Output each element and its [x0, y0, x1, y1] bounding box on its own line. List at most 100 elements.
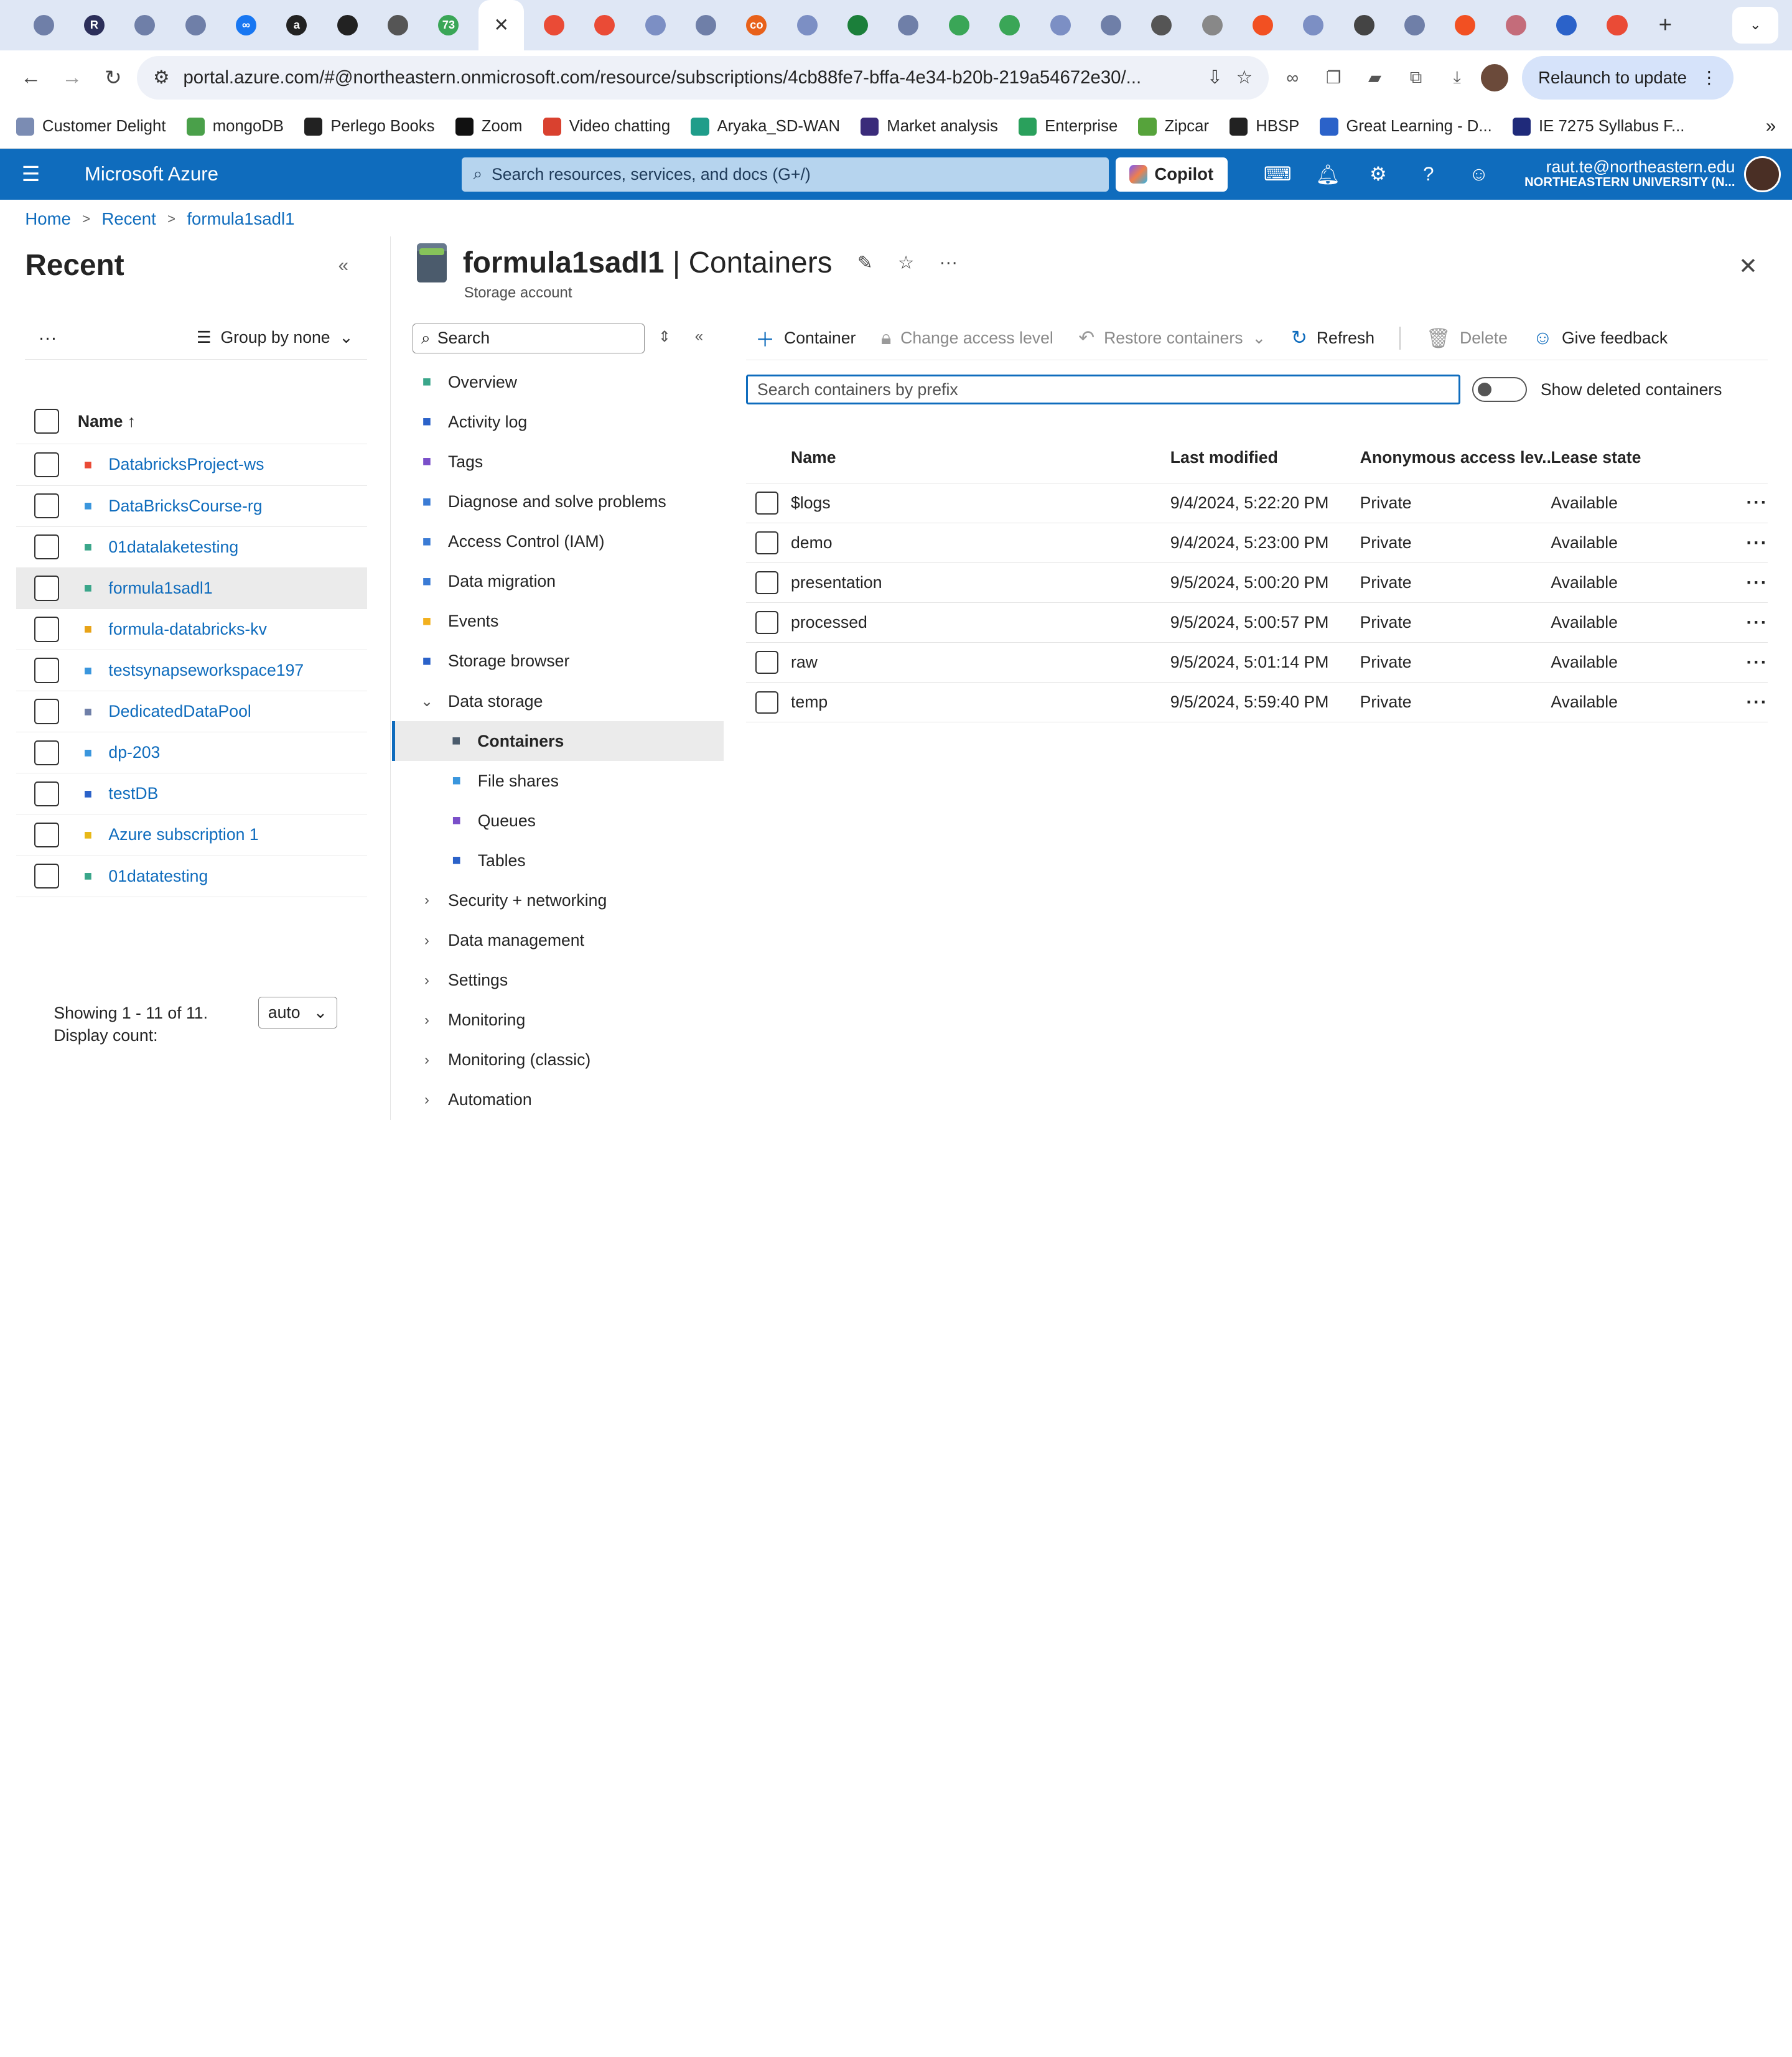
menu-item-data-storage[interactable]: ⌄ Data storage [392, 681, 724, 721]
row-checkbox[interactable] [34, 452, 60, 478]
recent-resource-link[interactable]: Azure subscription 1 [108, 825, 258, 844]
row-more-icon[interactable]: ··· [1722, 492, 1768, 513]
browser-tab[interactable] [883, 0, 933, 50]
browser-tab[interactable] [18, 0, 68, 50]
recent-row[interactable]: ■ Azure subscription 1 [16, 814, 367, 856]
more-options-icon[interactable]: ··· [940, 252, 958, 273]
bookmark-item[interactable]: Customer Delight [16, 117, 166, 136]
recent-resource-link[interactable]: DatabricksProject-ws [108, 455, 264, 474]
favorite-star-icon[interactable]: ☆ [898, 252, 914, 274]
menu-item-data-management[interactable]: › Data management [392, 921, 724, 961]
browser-tab[interactable] [1187, 0, 1237, 50]
give-feedback-button[interactable]: ☺ Give feedback [1533, 327, 1668, 349]
extension-slash-icon[interactable]: ▰ [1358, 68, 1392, 88]
extensions-puzzle-icon[interactable]: ⧉ [1399, 67, 1433, 88]
breadcrumb-resource[interactable]: formula1sadl1 [187, 209, 294, 229]
column-lease-state-header[interactable]: Lease state [1551, 448, 1722, 467]
browser-tab[interactable] [119, 0, 170, 50]
menu-item-storage-browser[interactable]: ■ Storage browser [392, 641, 724, 681]
bookmark-item[interactable]: Enterprise [1018, 117, 1118, 136]
browser-tab[interactable] [1035, 0, 1085, 50]
menu-item-events[interactable]: ■ Events [392, 602, 724, 641]
extension-infinity-icon[interactable]: ∞ [1276, 68, 1310, 88]
container-row[interactable]: processed 9/5/2024, 5:00:57 PM Private Avai… [746, 603, 1768, 643]
menu-item-containers[interactable]: ■ Containers [391, 721, 724, 762]
browser-tab[interactable] [373, 0, 423, 50]
recent-row[interactable]: ■ DatabricksProject-ws [16, 444, 367, 486]
close-icon[interactable]: ✕ [493, 14, 509, 36]
menu-item-tables[interactable]: ■ Tables [392, 841, 724, 880]
browser-tab[interactable] [1491, 0, 1541, 50]
portal-menu-icon[interactable]: ☰ [0, 162, 62, 187]
row-checkbox[interactable] [755, 651, 778, 674]
cloud-shell-icon[interactable]: ⌨ [1253, 163, 1303, 186]
select-all-checkbox[interactable] [34, 409, 60, 434]
browser-tab[interactable]: ✕ [478, 0, 525, 50]
browser-tab[interactable] [1238, 0, 1288, 50]
row-checkbox[interactable] [34, 781, 60, 807]
browser-tab[interactable]: R [69, 0, 119, 50]
downloads-icon[interactable]: ⤓ [1440, 67, 1474, 88]
row-checkbox[interactable] [755, 571, 778, 594]
recent-resource-link[interactable]: 01datalaketesting [108, 538, 238, 557]
collapse-menu-icon[interactable]: « [695, 328, 703, 345]
show-deleted-toggle[interactable] [1472, 377, 1527, 403]
recent-resource-link[interactable]: 01datatesting [108, 867, 208, 886]
column-anonymous-access-header[interactable]: Anonymous access lev... [1360, 448, 1551, 467]
column-last-modified-header[interactable]: Last modified [1170, 448, 1360, 467]
name-column-header[interactable]: Name ↑ [78, 412, 136, 431]
row-checkbox[interactable] [755, 492, 778, 515]
bookmark-item[interactable]: Perlego Books [304, 117, 434, 136]
browser-tab[interactable] [1592, 0, 1642, 50]
row-checkbox[interactable] [34, 699, 60, 724]
expand-collapse-icon[interactable]: ⇕ [658, 328, 671, 346]
row-checkbox[interactable] [34, 658, 60, 683]
menu-item-queues[interactable]: ■ Queues [392, 801, 724, 841]
browser-tab[interactable]: ∞ [221, 0, 271, 50]
feedback-icon[interactable]: ☺ [1454, 163, 1504, 186]
notifications-bell-icon[interactable]: 🔔︎ [1303, 163, 1353, 186]
row-checkbox[interactable] [755, 691, 778, 714]
bookmark-item[interactable]: Aryaka_SD-WAN [691, 117, 840, 136]
install-app-icon[interactable]: ⇩ [1207, 67, 1223, 88]
row-more-icon[interactable]: ··· [1722, 572, 1768, 594]
row-more-icon[interactable]: ··· [1722, 612, 1768, 633]
pin-icon[interactable]: ✎ [857, 252, 873, 274]
container-row[interactable]: $logs 9/4/2024, 5:22:20 PM Private Availabl… [746, 483, 1768, 523]
row-checkbox[interactable] [34, 534, 60, 560]
menu-item-security-networking[interactable]: › Security + networking [392, 880, 724, 920]
column-name-header[interactable]: Name [791, 448, 1170, 467]
group-by-dropdown[interactable]: ☰ Group by none ⌄ [197, 328, 353, 347]
recent-resource-link[interactable]: DataBricksCourse-rg [108, 497, 262, 516]
row-checkbox[interactable] [34, 493, 60, 519]
user-avatar[interactable] [1744, 156, 1781, 193]
recent-row[interactable]: ■ 01datatesting [16, 856, 367, 897]
new-tab-button[interactable]: + [1643, 12, 1688, 38]
browser-tab[interactable]: co [731, 0, 782, 50]
recent-resource-link[interactable]: DedicatedDataPool [108, 702, 251, 721]
menu-item-data-migration[interactable]: ■ Data migration [392, 562, 724, 602]
recent-row[interactable]: ■ formula-databricks-kv [16, 609, 367, 650]
bookmark-star-icon[interactable]: ☆ [1236, 67, 1253, 88]
profile-avatar[interactable] [1481, 63, 1509, 91]
row-checkbox[interactable] [755, 611, 778, 635]
menu-item-access-control-iam[interactable]: ■ Access Control (IAM) [392, 522, 724, 562]
bookmark-item[interactable]: Video chatting [543, 117, 670, 136]
browser-tab[interactable] [579, 0, 630, 50]
breadcrumb-recent[interactable]: Recent [101, 209, 156, 229]
bookmark-item[interactable]: mongoDB [186, 117, 284, 136]
browser-tab[interactable] [322, 0, 373, 50]
omnibox[interactable]: ⚙ portal.azure.com/#@northeastern.onmicr… [137, 56, 1269, 100]
tab-search-button[interactable]: ⌄ [1732, 7, 1778, 44]
global-search-input[interactable]: ⌕ Search resources, services, and docs (… [462, 157, 1109, 192]
menu-item-monitoring[interactable]: › Monitoring [392, 1001, 724, 1040]
browser-tab[interactable] [630, 0, 680, 50]
browser-tab[interactable] [1288, 0, 1338, 50]
site-settings-icon[interactable]: ⚙ [153, 67, 169, 88]
relaunch-button[interactable]: Relaunch to update ⋮ [1522, 56, 1734, 100]
browser-tab[interactable] [1440, 0, 1490, 50]
azure-brand[interactable]: Microsoft Azure [85, 163, 462, 185]
row-checkbox[interactable] [34, 822, 60, 848]
container-row[interactable]: presentation 9/5/2024, 5:00:20 PM Private A… [746, 563, 1768, 604]
container-name[interactable]: $logs [791, 493, 1170, 513]
